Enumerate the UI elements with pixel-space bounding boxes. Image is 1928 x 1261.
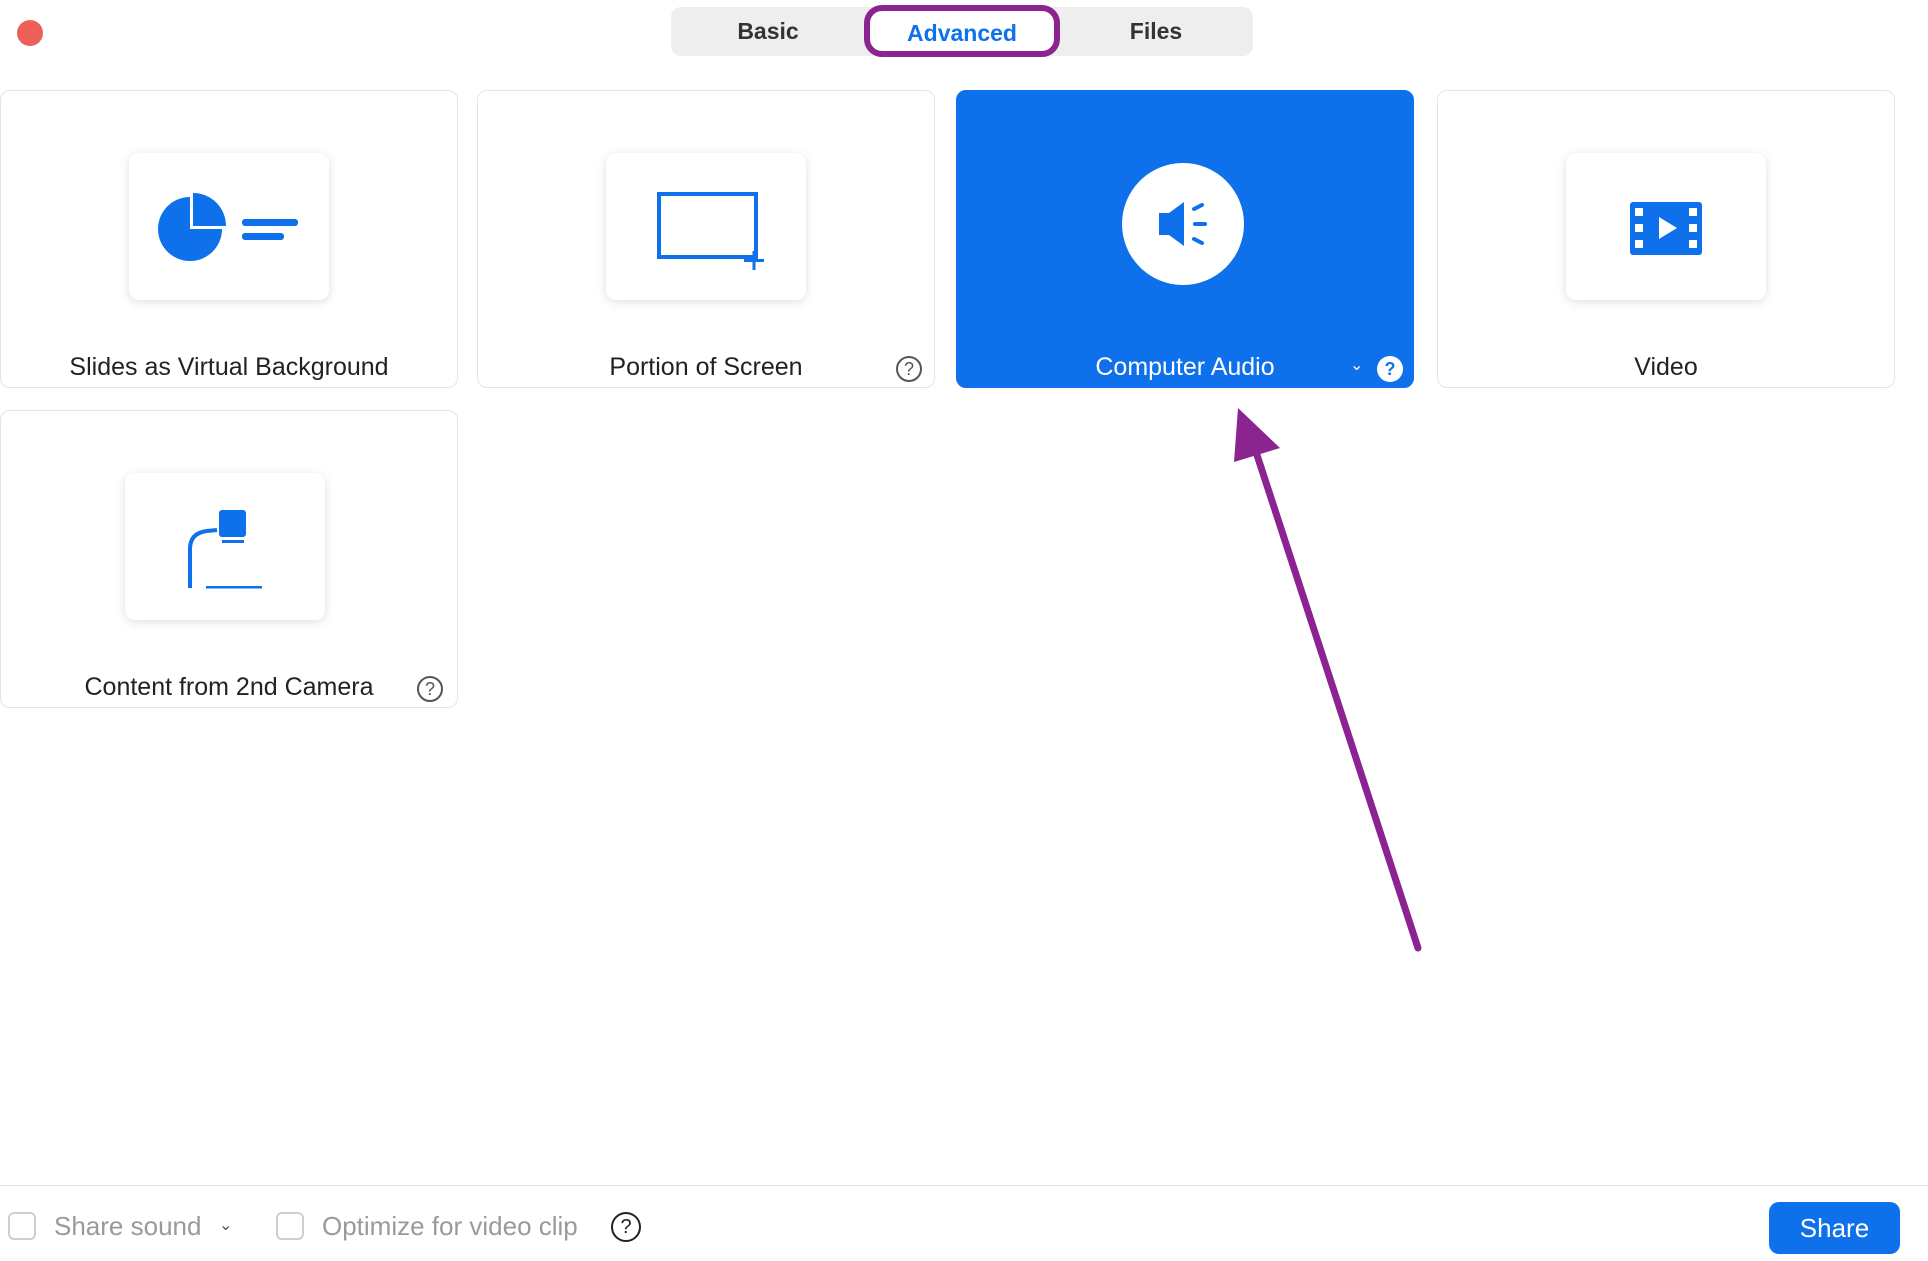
tab-basic[interactable]: Basic (671, 7, 865, 56)
card-video[interactable]: Video (1437, 90, 1895, 388)
card-label: Portion of Screen (609, 353, 803, 381)
optimize-video-checkbox[interactable] (276, 1212, 304, 1240)
card-content-2nd-camera[interactable]: Content from 2nd Camera ? (0, 410, 458, 708)
chevron-down-icon[interactable]: ⌄ (219, 1215, 232, 1235)
window-close-button[interactable] (17, 20, 43, 46)
card-icon-tile (1566, 153, 1766, 300)
card-portion-of-screen[interactable]: Portion of Screen ? (477, 90, 935, 388)
help-icon[interactable]: ? (611, 1212, 641, 1242)
speaker-icon (1159, 202, 1207, 246)
card-label: Computer Audio (1095, 353, 1275, 381)
screen-portion-icon (657, 192, 764, 270)
share-sound-label: Share sound (54, 1211, 202, 1241)
card-icon-tile (125, 473, 325, 620)
tab-advanced[interactable]: Advanced (864, 7, 1060, 59)
footer-bar: Share sound ⌄ Optimize for video clip ? … (0, 1185, 1928, 1261)
share-sound-checkbox[interactable] (8, 1212, 36, 1240)
share-button[interactable]: Share (1769, 1202, 1900, 1254)
slides-chart-icon (158, 193, 298, 261)
speaker-icon-circle (1122, 163, 1244, 285)
advanced-tab-highlight: Advanced (864, 5, 1060, 57)
card-label: Slides as Virtual Background (69, 353, 389, 381)
help-icon[interactable]: ? (417, 676, 443, 702)
optimize-video-label: Optimize for video clip (322, 1211, 578, 1241)
document-camera-icon (188, 510, 262, 589)
chevron-down-icon[interactable]: ⌄ (1350, 355, 1363, 375)
card-icon-tile (129, 153, 329, 300)
card-label: Video (1634, 353, 1698, 381)
card-computer-audio[interactable]: Computer Audio ⌄ ? (956, 90, 1414, 388)
card-icon-tile (606, 153, 806, 300)
help-icon[interactable]: ? (1377, 356, 1403, 382)
help-icon[interactable]: ? (896, 356, 922, 382)
film-icon (1630, 202, 1702, 255)
tab-files[interactable]: Files (1059, 7, 1253, 56)
card-slides-virtual-background[interactable]: Slides as Virtual Background (0, 90, 458, 388)
card-label: Content from 2nd Camera (84, 673, 374, 701)
